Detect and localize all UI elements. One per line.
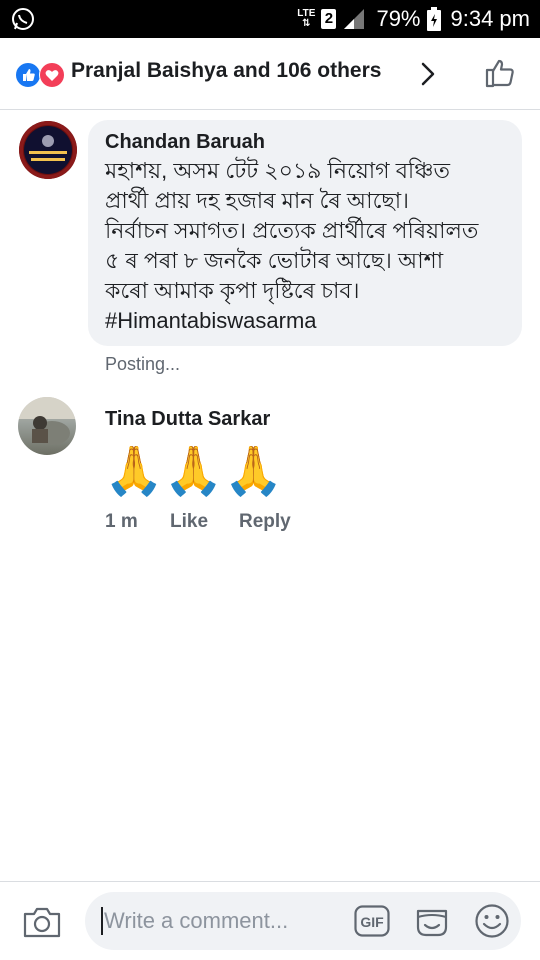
comment-text: মহাশয়, অসম টেট ২০১৯ নিয়োগ বঞ্চিত প্ৰাৰ… <box>105 156 506 336</box>
comment-author[interactable]: Chandan Baruah <box>105 130 506 154</box>
signal-icon <box>344 9 365 29</box>
comment-time: 1 m <box>105 511 138 532</box>
status-bar: LTE ⇅ 2 79% 9:34 pm <box>0 0 540 38</box>
comment-text: 🙏🙏🙏 <box>104 445 284 498</box>
avatar[interactable] <box>19 121 77 179</box>
posting-status: Posting... <box>105 354 181 374</box>
hashtag-link[interactable]: #Himantabiswasarma <box>105 306 506 336</box>
chevron-right-icon[interactable] <box>417 60 439 88</box>
reaction-icons[interactable] <box>15 62 67 88</box>
whatsapp-icon <box>12 8 34 30</box>
like-button-icon[interactable] <box>484 56 518 90</box>
reactions-summary[interactable]: Pranjal Baishya and 106 others <box>71 59 381 83</box>
reply-link[interactable]: Reply <box>239 511 291 533</box>
svg-text:GIF: GIF <box>360 914 384 930</box>
comment-input-placeholder[interactable]: Write a comment... <box>104 905 288 937</box>
like-link[interactable]: Like <box>170 511 239 533</box>
comment-author[interactable]: Tina Dutta Sarkar <box>105 408 270 431</box>
network-type: LTE ⇅ <box>297 8 316 29</box>
text-cursor <box>101 907 103 935</box>
comment-line: কৰো আমাক কৃপা দৃষ্টিৰে চাব। <box>105 278 360 303</box>
camera-icon[interactable] <box>22 905 62 939</box>
emoji-icon[interactable] <box>474 903 510 939</box>
comment-line: প্ৰাৰ্থী প্ৰায় দহ হজাৰ মান ৰৈ আছো। <box>105 188 409 213</box>
composer-divider <box>0 881 540 882</box>
love-reaction-icon <box>39 62 65 88</box>
comment-actions: 1 m Like Reply <box>105 511 291 533</box>
avatar[interactable] <box>18 397 76 455</box>
sticker-icon[interactable] <box>414 903 450 939</box>
gif-icon[interactable]: GIF <box>354 905 390 937</box>
comment-line: নিৰ্বাচন সমাগত। প্ৰত্যেক প্ৰাৰ্থীৰে পৰিয… <box>105 218 479 243</box>
sim-indicator: 2 <box>321 9 337 29</box>
like-reaction-icon <box>15 62 41 88</box>
clock: 9:34 pm <box>450 6 531 31</box>
comment-bubble[interactable]: Chandan Baruah মহাশয়, অসম টেট ২০১৯ নিয়… <box>88 120 522 346</box>
battery-percent: 79% <box>376 6 421 31</box>
reactions-header: Pranjal Baishya and 106 others <box>0 38 540 110</box>
battery-icon <box>426 7 441 31</box>
comment-line: ৫ ৰ পৰা ৮ জনকৈ ভোটাৰ আছে। আশা <box>105 248 444 273</box>
comment-line: মহাশয়, অসম টেট ২০১৯ নিয়োগ বঞ্চিত <box>105 158 450 183</box>
